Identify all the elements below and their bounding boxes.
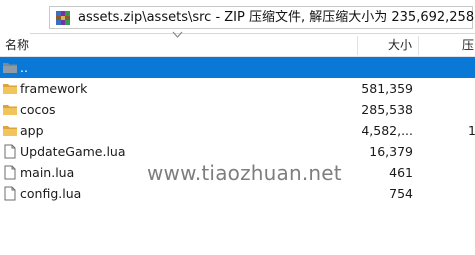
parent-folder-icon [2,60,18,75]
list-item[interactable]: framework 581,359 [0,78,475,99]
site-watermark: www.tiaozhuan.net [147,161,342,185]
item-name: .. [20,60,28,75]
file-icon [2,144,18,159]
column-size-header[interactable]: 大小 [388,38,412,53]
item-name: cocos [20,102,56,117]
address-bar: assets.zip\assets\src - ZIP 压缩文件, 解压缩大小为… [0,0,475,34]
folder-icon [2,123,18,138]
folder-icon [2,102,18,117]
item-size: 4,582,... [361,123,413,138]
item-name: app [20,123,44,138]
column-name-header[interactable]: 名称 [5,38,29,53]
list-item-parent[interactable]: .. [0,57,475,78]
folder-icon [2,81,18,96]
list-item[interactable]: UpdateGame.lua 16,379 [0,141,475,162]
file-list: .. framework 581,359 cocos 285,538 app 4… [0,57,475,255]
file-icon [2,186,18,201]
winrar-archive-icon [55,10,71,26]
column-packed-header[interactable]: 压 [462,38,475,53]
item-size: 285,538 [361,102,413,117]
column-header: 名称 大小 压 [0,31,475,57]
chevron-down-icon [172,31,183,38]
item-name: framework [20,81,88,96]
item-size: 754 [389,186,413,201]
item-size: 461 [389,165,413,180]
column-divider[interactable] [357,36,358,55]
file-icon [2,165,18,180]
list-item[interactable]: app 4,582,... 1 [0,120,475,141]
item-name: UpdateGame.lua [20,144,126,159]
item-name: main.lua [20,165,75,180]
item-packed: 1 [468,123,475,138]
archive-path[interactable]: assets.zip\assets\src - ZIP 压缩文件, 解压缩大小为… [78,10,475,26]
column-divider[interactable] [418,36,419,55]
item-size: 16,379 [369,144,413,159]
item-name: config.lua [20,186,82,201]
item-size: 581,359 [361,81,413,96]
address-bar-gutter [0,0,30,34]
list-item[interactable]: cocos 285,538 [0,99,475,120]
list-item[interactable]: config.lua 754 [0,183,475,204]
